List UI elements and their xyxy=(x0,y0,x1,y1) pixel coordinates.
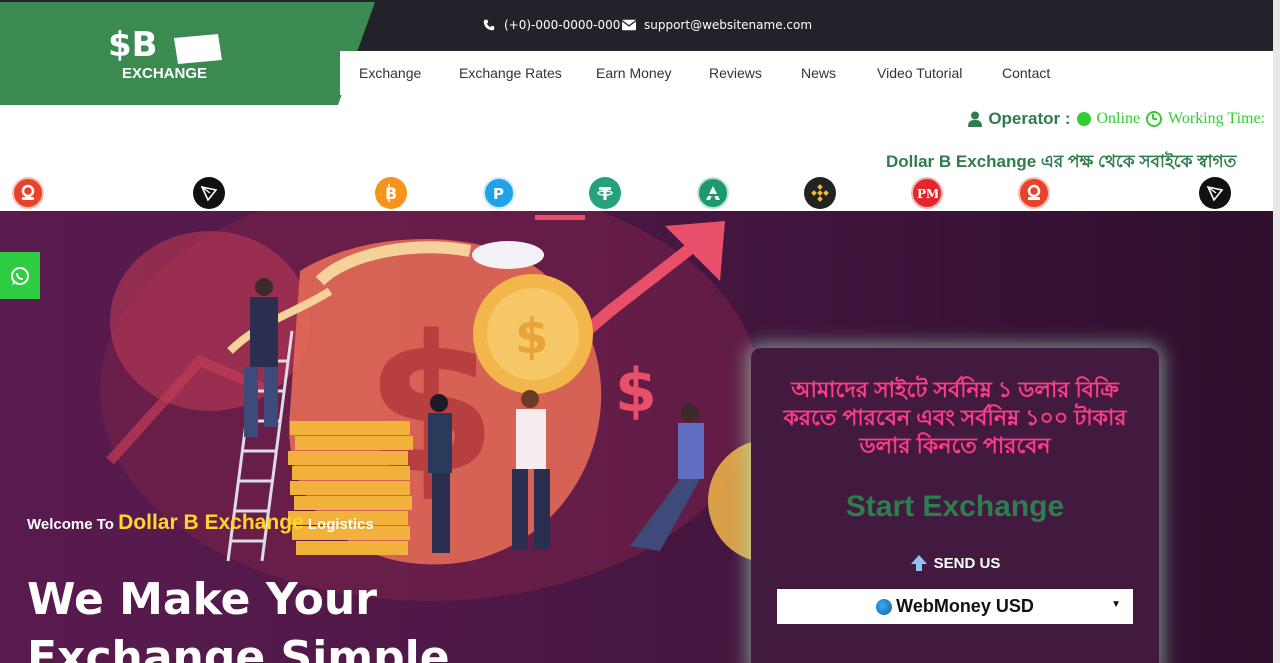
welcome-marquee: Dollar B Exchange এর পক্ষ থেকে সবাইকে স্… xyxy=(0,146,1273,176)
nav-exchange[interactable]: Exchange xyxy=(359,65,421,81)
whatsapp-icon xyxy=(11,266,29,285)
phone-contact[interactable]: (+0)-000-0000-000 xyxy=(482,18,620,32)
svg-text:B: B xyxy=(385,184,397,203)
chevron-down-icon: ▼ xyxy=(1111,599,1121,610)
start-exchange-heading: Start Exchange xyxy=(845,490,1065,523)
svg-text:EXCHANGE: EXCHANGE xyxy=(122,65,207,82)
email-contact[interactable]: support@websitename.com xyxy=(622,18,812,32)
perfect-money-icon[interactable]: PM xyxy=(911,177,943,209)
svg-text:PM: PM xyxy=(917,187,938,201)
online-dot-icon xyxy=(1076,112,1091,126)
selected-currency: WebMoney USD xyxy=(896,596,1034,616)
binance-icon[interactable] xyxy=(804,177,836,209)
svg-text:$: $ xyxy=(515,309,548,365)
svg-text:$B: $B xyxy=(108,25,158,65)
tron-icon[interactable] xyxy=(1199,177,1231,209)
working-time-label: Working Time: xyxy=(1168,110,1265,127)
tether-icon[interactable] xyxy=(589,177,621,209)
payeer-icon[interactable]: P xyxy=(483,177,515,209)
exchange-notice: আমাদের সাইটে সর্বনিম্ন ১ ডলার বিক্রি করত… xyxy=(783,377,1127,458)
nav-earn-money[interactable]: Earn Money xyxy=(596,65,671,81)
bitcoin-icon[interactable]: B xyxy=(375,177,407,209)
user-icon xyxy=(968,111,983,127)
clock-icon xyxy=(1146,111,1163,127)
welcome-line: Welcome To Dollar B Exchange Logistics xyxy=(27,511,374,535)
nav-exchange-rates[interactable]: Exchange Rates xyxy=(459,65,562,81)
hero-section: $ $ $ $ xyxy=(0,211,1273,663)
send-us-label: SEND US xyxy=(751,554,1159,572)
nagad-icon[interactable] xyxy=(12,177,44,209)
svg-text:$: $ xyxy=(615,356,657,426)
tron-icon[interactable] xyxy=(193,177,225,209)
nav-reviews[interactable]: Reviews xyxy=(709,65,762,81)
operator-status-bar: Operator : Online Working Time: xyxy=(0,105,1273,135)
nav-video-tutorial[interactable]: Video Tutorial xyxy=(877,65,962,81)
envelope-icon xyxy=(622,19,636,31)
main-nav: Exchange Exchange Rates Earn Money Revie… xyxy=(340,51,1275,95)
webmoney-icon xyxy=(876,598,893,615)
phone-text: (+0)-000-0000-000 xyxy=(504,18,621,32)
email-text: support@websitename.com xyxy=(644,18,813,32)
exchange-panel: আমাদের সাইটে সর্বনিম্ন ১ ডলার বিক্রি করত… xyxy=(751,348,1159,663)
nav-news[interactable]: News xyxy=(801,65,836,81)
page-scrollbar[interactable] xyxy=(1273,0,1280,663)
site-logo[interactable]: $B EXCHANGE xyxy=(0,2,375,105)
svg-text:P: P xyxy=(493,185,504,202)
operator-label: Operator : xyxy=(988,109,1071,128)
arrow-up-icon xyxy=(910,555,927,571)
welcome-suffix: Logistics xyxy=(307,516,374,533)
nagad-icon[interactable] xyxy=(1018,177,1050,209)
phone-icon xyxy=(483,19,495,31)
online-status: Online xyxy=(1096,110,1141,127)
welcome-prefix: Welcome To xyxy=(27,516,114,533)
nav-contact[interactable]: Contact xyxy=(1002,65,1050,81)
send-currency-select[interactable]: WebMoney USD ▼ xyxy=(777,589,1133,624)
marquee-text: Dollar B Exchange এর পক্ষ থেকে সবাইকে স্… xyxy=(886,152,1237,171)
send-us-text: SEND US xyxy=(933,554,1001,572)
payment-methods-strip: B P PM xyxy=(0,176,1273,211)
welcome-brand: Dollar B Exchange xyxy=(118,511,304,534)
whatsapp-button[interactable] xyxy=(0,252,40,299)
airtm-icon[interactable] xyxy=(697,177,729,209)
hero-title: We Make Your Exchange Simple xyxy=(27,574,450,663)
